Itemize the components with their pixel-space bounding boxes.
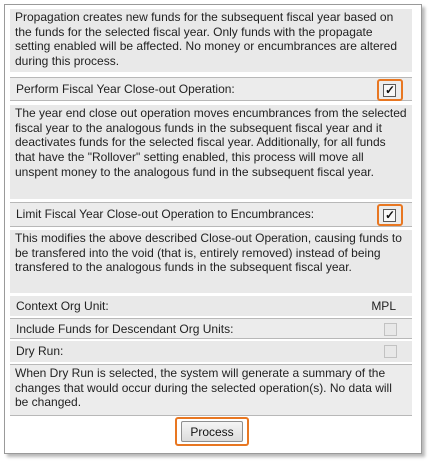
limit-encumbrances-option-row: Limit Fiscal Year Close-out Operation to…	[10, 202, 412, 227]
checkmark-icon: ✓	[385, 83, 396, 97]
include-descendants-row: Include Funds for Descendant Org Units:	[10, 318, 412, 339]
limit-encumbrances-option-label: Limit Fiscal Year Close-out Operation to…	[16, 207, 315, 221]
propagation-description-text: Propagation creates new funds for the su…	[15, 10, 398, 69]
include-descendants-checkbox[interactable]	[384, 323, 397, 336]
process-button[interactable]: Process	[181, 421, 243, 442]
close-out-description: The year end close out operation moves e…	[10, 105, 412, 199]
include-descendants-label: Include Funds for Descendant Org Units:	[16, 322, 234, 336]
close-out-description-text: The year end close out operation moves e…	[15, 106, 407, 179]
propagation-description: Propagation creates new funds for the su…	[10, 9, 412, 72]
dry-run-description-text: When Dry Run is selected, the system wil…	[15, 366, 392, 410]
context-org-unit-label: Context Org Unit:	[16, 299, 109, 313]
limit-encumbrances-checkbox[interactable]: ✓	[383, 208, 396, 222]
context-org-unit-row: Context Org Unit: MPL	[10, 296, 412, 316]
context-org-unit-value[interactable]: MPL	[371, 299, 396, 314]
close-out-option-row: Perform Fiscal Year Close-out Operation:…	[10, 77, 412, 101]
close-out-option-label: Perform Fiscal Year Close-out Operation:	[16, 82, 235, 96]
dry-run-row: Dry Run:	[10, 341, 412, 362]
limit-encumbrances-description-text: This modifies the above described Close-…	[15, 231, 402, 275]
dry-run-description: When Dry Run is selected, the system wil…	[10, 364, 412, 416]
dry-run-checkbox[interactable]	[384, 345, 397, 358]
dry-run-label: Dry Run:	[16, 344, 64, 358]
checkmark-icon: ✓	[385, 208, 396, 222]
limit-encumbrances-description: This modifies the above described Close-…	[10, 230, 412, 293]
close-out-checkbox[interactable]: ✓	[383, 83, 396, 97]
fiscal-year-process-dialog: Propagation creates new funds for the su…	[4, 4, 422, 454]
